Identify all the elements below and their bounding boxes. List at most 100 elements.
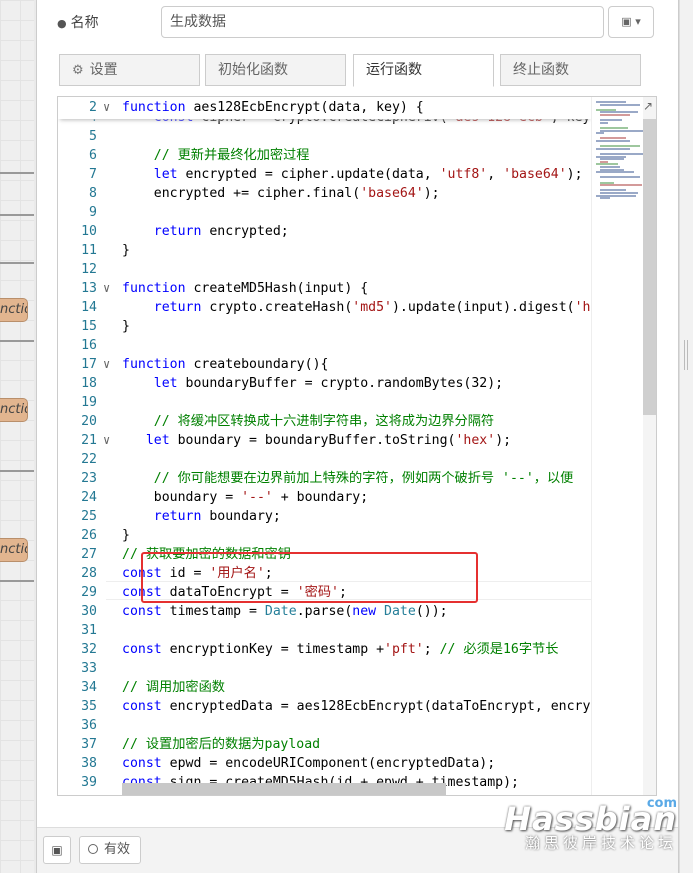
minimap-line — [596, 147, 630, 150]
flow-canvas[interactable]: nctio nctio nctio — [0, 0, 34, 873]
resize-handle[interactable] — [684, 340, 688, 370]
code-text: return boundary; — [153, 509, 281, 524]
line-number: 35 — [81, 699, 97, 714]
name-row: ● 名称 生成数据 ▣ ▾ — [57, 6, 666, 38]
line-number: 14 — [81, 300, 97, 315]
code-text: const timestamp = Date.parse(new Date())… — [122, 604, 448, 619]
code-line[interactable]: 5 — [58, 127, 591, 146]
minimap-line — [600, 129, 644, 132]
code-line[interactable]: 23 // 你可能想要在边界前加上特殊的字符，例如两个破折号 '--'，以便 — [58, 469, 591, 488]
code-text: function createMD5Hash(input) { — [122, 281, 369, 296]
code-line[interactable]: 6 // 更新并最终化加密过程 — [58, 146, 591, 165]
code-line[interactable]: 21 ∨ let boundary = boundaryBuffer.toStri… — [58, 431, 591, 450]
code-line[interactable]: 7 let encrypted = cipher.update(data, 'u… — [58, 165, 591, 184]
code-text: boundary = '--' + boundary; — [122, 490, 369, 505]
name-label-text: 名称 — [70, 15, 99, 31]
flow-wire — [0, 340, 34, 342]
code-line[interactable]: 22 — [58, 450, 591, 469]
code-line[interactable]: 31 — [58, 621, 591, 640]
minimap-line — [600, 197, 610, 200]
code-line[interactable]: 14 return crypto.createHash('md5').updat… — [58, 298, 606, 317]
code-line[interactable]: 37 // 设置加密后的数据为payload — [58, 735, 591, 754]
minimap[interactable] — [591, 97, 644, 795]
line-number: 15 — [81, 319, 97, 334]
code-text: } — [122, 528, 130, 543]
fold-chevron-icon[interactable]: ∨ — [103, 431, 115, 450]
tab-label: 设置 — [89, 62, 118, 78]
line-number: 12 — [81, 262, 97, 277]
code-line[interactable]: 8 encrypted += cipher.final('base64'); — [58, 184, 591, 203]
function-node[interactable]: nctio — [0, 298, 28, 322]
code-line[interactable]: 20 // 将缓冲区转换成十六进制字符串，这将成为边界分隔符 — [58, 412, 591, 431]
annotation-highlight — [141, 552, 478, 603]
code-editor[interactable]: 4 const cipher = crypto.createCipheriv('… — [57, 96, 657, 796]
function-node[interactable]: nctio — [0, 538, 28, 562]
code-line[interactable]: 26} — [58, 526, 591, 545]
name-input[interactable]: 生成数据 — [161, 6, 604, 38]
tab-run-function[interactable]: 运行函数 — [353, 54, 494, 87]
tab-bar: ⚙ 设置 初始化函数 运行函数 终止函数 — [59, 54, 660, 87]
scrollbar-thumb[interactable] — [643, 119, 656, 415]
line-number: 21 — [81, 433, 97, 448]
code-text: // 你可能想要在边界前加上特殊的字符，例如两个破折号 '--'，以便 — [153, 471, 574, 486]
code-line[interactable]: 17 ∨ function createboundary(){ — [58, 355, 591, 374]
code-line[interactable]: 36 — [58, 716, 591, 735]
sticky-scroll-header[interactable]: 2 ∨ function aes128EcbEncrypt(data, key) { — [58, 97, 591, 119]
code-line[interactable]: 32 const encryptionKey = timestamp +'pft'… — [58, 640, 591, 659]
tab-label: 运行函数 — [366, 62, 422, 78]
line-number: 7 — [89, 167, 97, 182]
tab-init-function[interactable]: 初始化函数 — [205, 54, 346, 86]
code-line[interactable]: 18 let boundaryBuffer = crypto.randomByt… — [58, 374, 591, 393]
code-line[interactable]: 38 const epwd = encodeURIComponent(encryp… — [58, 754, 591, 773]
fold-chevron-icon[interactable]: ∨ — [103, 279, 115, 298]
line-number: 22 — [81, 452, 97, 467]
code-text: encrypted += cipher.final('base64'); — [122, 186, 440, 201]
book-icon: ▣ — [621, 15, 632, 28]
code-line[interactable]: 24 boundary = '--' + boundary; — [58, 488, 591, 507]
line-number: 31 — [81, 623, 97, 638]
line-number: 13 — [81, 281, 97, 296]
enabled-toggle[interactable]: 有效 — [79, 836, 141, 864]
name-label: ● 名称 — [57, 12, 99, 32]
line-number: 20 — [81, 414, 97, 429]
code-line[interactable]: 25 return boundary; — [58, 507, 591, 526]
fold-chevron-icon[interactable]: ∨ — [103, 98, 115, 117]
line-number: 30 — [81, 604, 97, 619]
icon-select-button[interactable]: ▣ ▾ — [608, 6, 654, 38]
line-number: 25 — [81, 509, 97, 524]
code-line[interactable]: 11} — [58, 241, 591, 260]
vertical-scrollbar[interactable] — [643, 97, 656, 795]
code-line[interactable]: 35 const encryptedData = aes128EcbEncrypt… — [58, 697, 606, 716]
code-line[interactable]: 2 ∨ function aes128EcbEncrypt(data, key) { — [58, 98, 591, 117]
code-line[interactable]: 30 const timestamp = Date.parse(new Date(… — [58, 602, 591, 621]
line-number: 34 — [81, 680, 97, 695]
code-text: const encryptionKey = timestamp +'pft'; … — [122, 642, 559, 657]
code-line[interactable]: 13 ∨ function createMD5Hash(input) { — [58, 279, 591, 298]
expand-icon[interactable]: ↗ — [641, 99, 655, 113]
code-line[interactable]: 33 — [58, 659, 591, 678]
code-text: return encrypted; — [153, 224, 289, 239]
code-line[interactable]: 9 — [58, 203, 591, 222]
code-line[interactable]: 15} — [58, 317, 591, 336]
line-number: 9 — [89, 205, 97, 220]
flow-wire — [0, 470, 34, 472]
line-number: 37 — [81, 737, 97, 752]
code-text: } — [122, 243, 130, 258]
code-text: // 更新并最终化加密过程 — [153, 148, 310, 163]
fold-chevron-icon[interactable]: ∨ — [103, 355, 115, 374]
code-line[interactable]: 19 — [58, 393, 591, 412]
tab-settings[interactable]: ⚙ 设置 — [59, 54, 200, 86]
code-line[interactable]: 16 — [58, 336, 591, 355]
horizontal-scrollbar[interactable] — [122, 783, 446, 795]
line-number: 2 — [89, 100, 97, 115]
function-node[interactable]: nctio — [0, 398, 28, 422]
tab-close-function[interactable]: 终止函数 — [500, 54, 641, 86]
code-line[interactable]: 12 — [58, 260, 591, 279]
line-number: 40 — [58, 792, 97, 795]
edit-tray: ●名称 生成数据 ▣ ▾ ⚙ 设置 初始化函数 运行函数 终止函数 4 const… — [36, 0, 679, 873]
code-line[interactable]: 10 return encrypted; — [58, 222, 591, 241]
code-line[interactable]: 34 // 调用加密函数 — [58, 678, 591, 697]
node-help-button[interactable]: ▣ — [43, 836, 71, 864]
line-number: 6 — [89, 148, 97, 163]
line-number: 27 — [81, 547, 97, 562]
